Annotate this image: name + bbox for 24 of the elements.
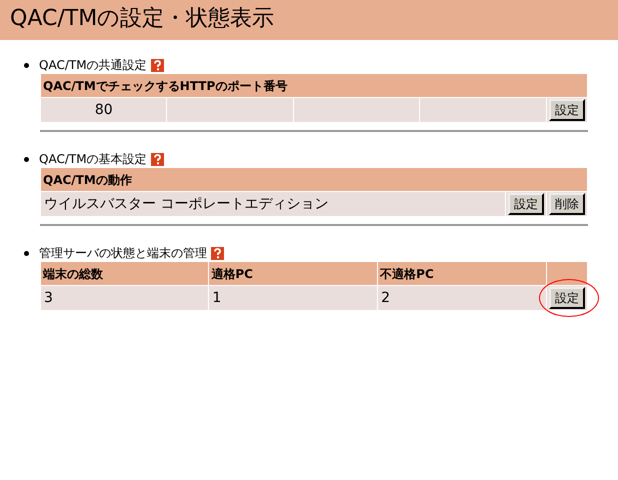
column-header: 適格PC [209,262,378,286]
settings-button[interactable]: 設定 [549,287,585,309]
table-cell: 3 [41,286,208,310]
column-header: 不適格PC [378,262,546,286]
column-header: QAC/TMの動作 [41,168,587,192]
settings-button[interactable]: 設定 [549,99,585,121]
help-icon[interactable] [150,152,164,166]
table-cell: 2 [378,286,546,310]
help-icon[interactable] [211,246,224,260]
bullet-icon [24,62,29,68]
table-cell: 1 [209,286,378,310]
table-cell: 80 [41,98,166,122]
settings-button[interactable]: 設定 [508,193,544,215]
table-cell: ウイルスバスター コーポレートエディション [41,192,505,216]
page-title: QAC/TMの設定・状態表示 [0,0,618,40]
settings-button[interactable]: 削除 [549,193,585,215]
column-header: 端末の総数 [41,262,208,286]
column-header: QAC/TMでチェックするHTTPのポート番号 [41,74,587,98]
bullet-icon [24,156,29,162]
bullet-icon [24,250,29,256]
section-title: QAC/TMの共通設定 [39,57,147,74]
section-title: 管理サーバの状態と端末の管理 [39,245,207,262]
help-icon[interactable] [150,58,164,72]
section-title: QAC/TMの基本設定 [39,151,147,168]
